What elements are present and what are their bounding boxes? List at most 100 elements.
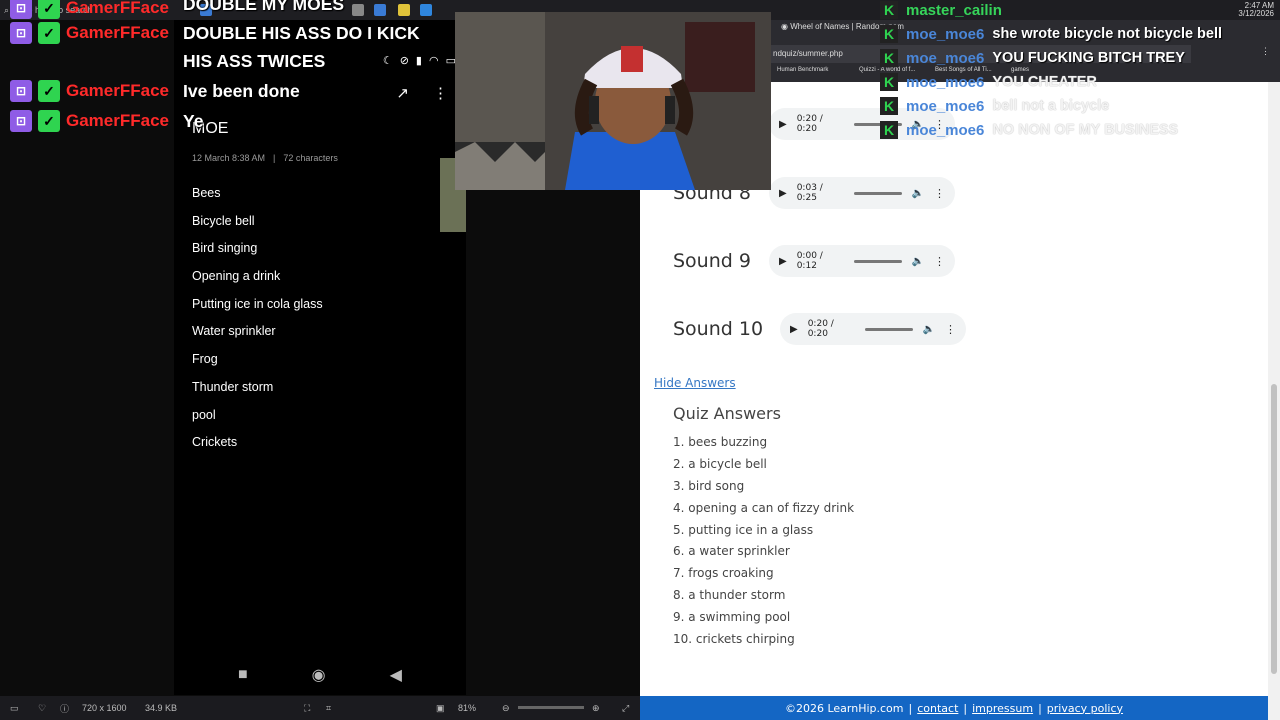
audio-player[interactable]: ▶ 0:03 / 0:25 🔈 ⋮ <box>769 177 955 209</box>
back-icon[interactable]: ◀ <box>390 665 402 685</box>
footer-impressum-link[interactable]: impressum <box>972 702 1033 715</box>
taskbar-app-icon[interactable] <box>374 4 386 16</box>
more-options-icon[interactable]: ⋮ <box>934 187 945 200</box>
note-item: Frog <box>192 352 218 367</box>
scrollbar-thumb[interactable] <box>1271 384 1277 674</box>
check-badge-icon: ✓ <box>38 110 60 132</box>
zoom-slider[interactable] <box>518 706 584 709</box>
share-icon[interactable]: ↗ <box>396 84 409 102</box>
phone-nav-bar: ■ ◉ ◀ <box>174 655 466 695</box>
check-badge-icon: ✓ <box>38 0 60 19</box>
image-viewer-toolbar: ▭ ♡ ⓘ 720 x 1600 34.9 KB ⛶ ⌗ ▣ 81% ⊖ ⊕ ⤢ <box>0 696 640 720</box>
chat-message: she wrote bicycle not bicycle bell <box>992 26 1223 42</box>
answer-item: 4. opening a can of fizzy drink <box>673 500 855 515</box>
chat-username: moe_moe6 <box>906 49 985 67</box>
more-options-icon[interactable]: ⋮ <box>934 255 945 268</box>
chat-username: moe_moe6 <box>906 97 985 115</box>
home-icon[interactable]: ◉ <box>312 665 326 685</box>
right-chat-row: K moe_moe6 NO NON OF MY BUSINESS <box>880 121 1178 139</box>
favorite-icon[interactable]: ♡ <box>38 703 46 714</box>
play-icon[interactable]: ▶ <box>779 119 787 130</box>
mute-icon: ⊘ <box>399 55 409 67</box>
taskbar-app-icon[interactable] <box>420 4 432 16</box>
answer-item: 10. crickets chirping <box>673 632 795 647</box>
footer-copyright: ©2026 LearnHip.com <box>784 701 904 715</box>
chat-username: GamerFFace <box>66 23 169 42</box>
volume-icon[interactable]: 🔈 <box>923 324 935 335</box>
gallery-icon[interactable]: ▭ <box>10 703 19 714</box>
more-options-icon[interactable]: ⋮ <box>433 84 448 102</box>
hide-answers-link[interactable]: Hide Answers <box>654 376 736 390</box>
fullscreen-icon[interactable]: ⤢ <box>622 703 629 714</box>
twitch-icon: ⊡ <box>10 0 32 19</box>
answer-item: 2. a bicycle bell <box>673 456 767 471</box>
taskbar-app-icon[interactable] <box>398 4 410 16</box>
search-icon: ⌕ <box>4 4 10 15</box>
quiz-answers-heading: Quiz Answers <box>673 404 781 423</box>
twitch-icon: ⊡ <box>10 110 32 132</box>
chat-username: master_cailin <box>906 1 1002 19</box>
answer-item: 6. a water sprinkler <box>673 544 790 559</box>
more-options-icon[interactable]: ⋮ <box>945 323 956 336</box>
taskbar-app-icon[interactable] <box>352 4 364 16</box>
system-clock[interactable]: 2:47 AM 3/12/2026 <box>1238 2 1274 18</box>
note-item: Water sprinkler <box>192 324 276 339</box>
twitch-icon: ⊡ <box>10 22 32 44</box>
note-item: Opening a drink <box>192 269 281 284</box>
phone-notes-screenshot: ☾ ⊘ ▮ ◠ ▭ ↗ ⋮ MOE 12 March 8:38 AM | 72 … <box>174 20 466 695</box>
chat-username: moe_moe6 <box>906 121 985 139</box>
image-dimensions: 720 x 1600 <box>82 703 127 713</box>
answer-item: 3. bird song <box>673 478 745 493</box>
play-icon[interactable]: ▶ <box>779 188 787 199</box>
right-chat-row: K moe_moe6 she wrote bicycle not bicycle… <box>880 25 1222 43</box>
info-icon[interactable]: ⓘ <box>60 702 69 715</box>
play-icon[interactable]: ▶ <box>779 256 787 267</box>
crop-icon[interactable]: ⌗ <box>326 703 331 714</box>
answer-item: 7. frogs croaking <box>673 566 774 581</box>
phone-status-bar: ☾ ⊘ ▮ ◠ ▭ <box>383 54 456 67</box>
audio-progress-track[interactable] <box>853 191 902 195</box>
zoom-level[interactable]: 81% <box>458 703 476 713</box>
right-chat-row: K moe_moe6 YOU CHEATER <box>880 73 1097 91</box>
left-chat-row: ⊡ ✓ GamerFFace <box>10 110 169 132</box>
webcam-feed <box>455 12 771 190</box>
twitch-icon: ⊡ <box>10 80 32 102</box>
recents-icon[interactable]: ■ <box>238 666 248 684</box>
slideshow-icon[interactable]: ▣ <box>436 703 445 714</box>
page-scrollbar[interactable] <box>1268 82 1280 720</box>
overlay-message: DOUBLE MY MOES <box>183 0 345 14</box>
zoom-in-icon[interactable]: ⊕ <box>592 703 600 714</box>
webcam-image <box>455 12 771 190</box>
browser-menu-icon[interactable]: ⋮ <box>1261 46 1270 57</box>
audio-progress-track[interactable] <box>853 259 902 263</box>
audio-progress-track[interactable] <box>864 327 913 331</box>
note-char-count: 72 characters <box>283 153 338 163</box>
note-item-list: Bees Bicycle bell Bird singing Opening a… <box>192 186 323 463</box>
play-icon[interactable]: ▶ <box>790 324 798 335</box>
bookmark-item[interactable]: Human Benchmark <box>777 67 828 73</box>
fit-icon[interactable]: ⛶ <box>304 703 310 714</box>
audio-time: 0:03 / 0:25 <box>796 183 823 203</box>
volume-icon[interactable]: 🔈 <box>912 256 924 267</box>
chat-username: moe_moe6 <box>906 73 985 91</box>
note-item: Thunder storm <box>192 379 274 394</box>
footer-separator: | <box>908 701 913 715</box>
zoom-out-icon[interactable]: ⊖ <box>502 703 510 714</box>
answer-item: 8. a thunder storm <box>673 588 786 603</box>
volume-icon[interactable]: 🔈 <box>912 188 924 199</box>
overlay-message: Ye <box>183 111 204 131</box>
wifi-icon: ◠ <box>428 55 439 67</box>
chrome-icon: ◉ <box>781 22 788 31</box>
chat-message: NO NON OF MY BUSINESS <box>992 122 1179 138</box>
sound-label: Sound 9 <box>673 250 751 272</box>
chat-username: GamerFFace <box>66 111 169 130</box>
kick-icon: K <box>880 49 898 67</box>
note-item: pool <box>192 407 216 422</box>
answer-item: 5. putting ice in a glass <box>673 522 814 537</box>
answer-item: 9. a swimming pool <box>673 610 791 625</box>
audio-player[interactable]: ▶ 0:20 / 0:20 🔈 ⋮ <box>780 313 966 345</box>
note-item: Bees <box>192 186 221 200</box>
footer-privacy-link[interactable]: privacy policy <box>1047 702 1123 715</box>
audio-player[interactable]: ▶ 0:00 / 0:12 🔈 ⋮ <box>769 245 955 277</box>
footer-contact-link[interactable]: contact <box>917 702 958 715</box>
